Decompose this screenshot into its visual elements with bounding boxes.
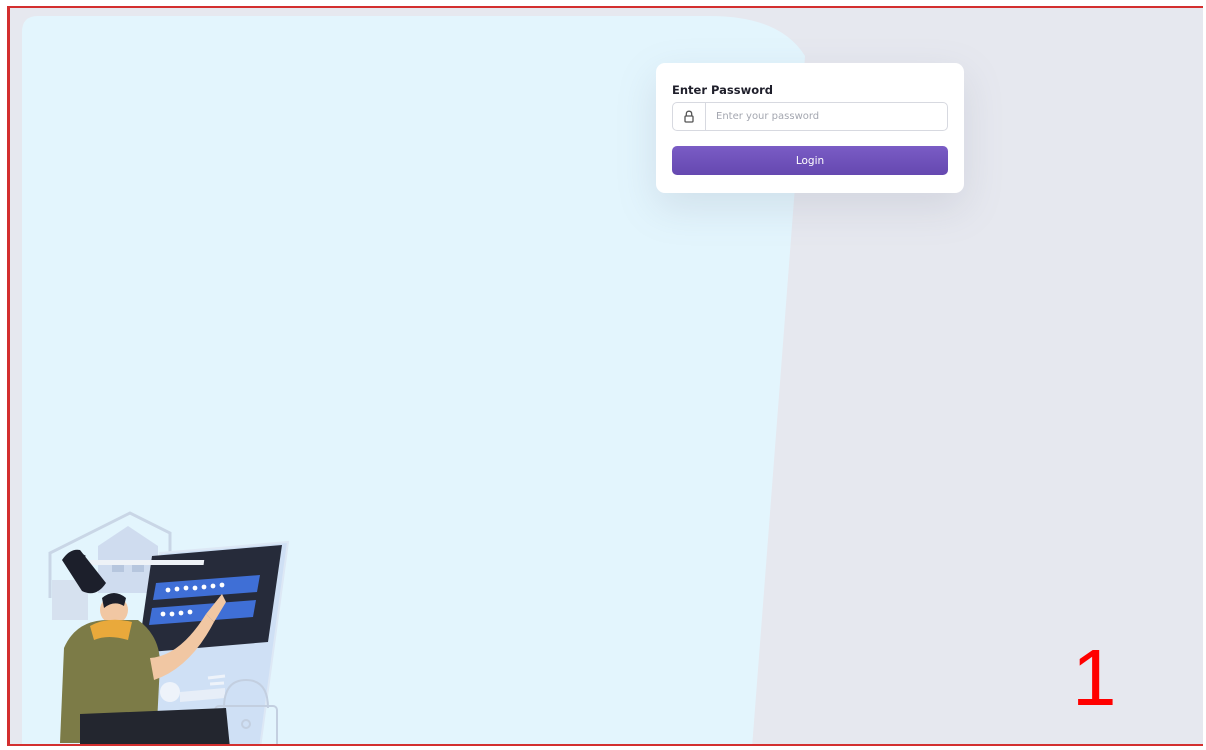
login-button[interactable]: Login: [672, 146, 948, 175]
lock-icon: [673, 103, 706, 130]
password-input[interactable]: [706, 103, 947, 130]
step-number-annotation: 1: [1072, 633, 1117, 722]
password-label: Enter Password: [672, 83, 774, 97]
login-card: Enter Password Login: [656, 63, 964, 193]
background-layer: [22, 16, 805, 744]
password-input-group: [672, 102, 948, 131]
app-frame: Enter Password Login 1: [7, 6, 1203, 746]
